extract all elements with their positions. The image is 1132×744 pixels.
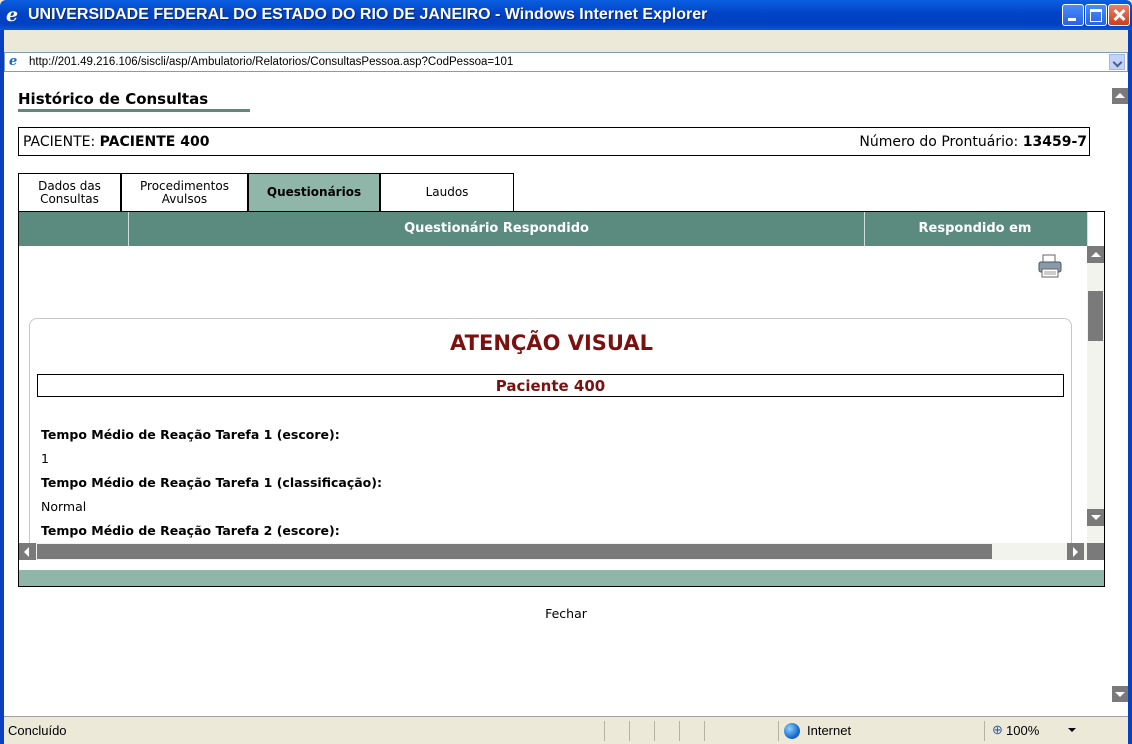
tab-label: Laudos	[425, 185, 469, 199]
tab-procedimentos-avulsos[interactable]: Procedimentos Avulsos	[121, 173, 248, 212]
column-header-questionario: Questionário Respondido	[404, 221, 589, 236]
status-separator	[604, 721, 605, 741]
minimize-button[interactable]	[1062, 4, 1084, 26]
question-label: Tempo Médio de Reação Tarefa 1 (escore):	[41, 427, 340, 442]
status-separator	[629, 721, 630, 741]
patient-label: PACIENTE:	[23, 134, 96, 150]
printer-icon[interactable]	[1037, 254, 1063, 278]
page-title: Histórico de Consultas	[18, 90, 209, 108]
inner-vertical-scrollbar[interactable]	[1087, 246, 1104, 543]
header-scroll-spacer	[1087, 212, 1104, 246]
status-separator	[984, 721, 985, 741]
column-header-respondido-em: Respondido em	[918, 221, 1032, 236]
window-title-bar[interactable]: e UNIVERSIDADE FEDERAL DO ESTADO DO RIO …	[0, 0, 1132, 30]
scroll-thumb[interactable]	[37, 544, 992, 559]
question-value: Normal	[41, 499, 87, 514]
tab-label-line1: Dados das	[38, 178, 101, 193]
tab-questionarios[interactable]: Questionários	[248, 173, 380, 212]
page-scroll-up-button[interactable]	[1112, 88, 1128, 104]
questionnaire-table: Questionário Respondido Respondido em AT…	[18, 211, 1105, 587]
scroll-down-button[interactable]	[1087, 509, 1104, 526]
question-value: 1	[41, 451, 49, 466]
inner-horizontal-scrollbar[interactable]	[19, 543, 1104, 560]
tab-label-line1: Procedimentos	[140, 178, 229, 193]
tab-label: Questionários	[266, 185, 362, 199]
zoom-icon[interactable]: ⊕	[992, 722, 1003, 738]
address-dropdown-button[interactable]	[1109, 54, 1125, 70]
status-text: Concluído	[8, 723, 67, 738]
scroll-right-button[interactable]	[1067, 543, 1084, 560]
patient-info: PACIENTE: PACIENTE 400	[23, 134, 209, 150]
status-bar: Concluído Internet ⊕ 100%	[4, 716, 1128, 744]
questionnaire-card: ATENÇÃO VISUAL Paciente 400 Tempo Médio …	[29, 318, 1072, 543]
tab-label-line2: Avulsos	[161, 191, 208, 206]
page-content: Histórico de Consultas PACIENTE: PACIENT…	[4, 72, 1128, 716]
tab-label-line2: Consultas	[40, 191, 99, 206]
scroll-thumb[interactable]	[1088, 291, 1103, 341]
scroll-up-button[interactable]	[1087, 246, 1104, 263]
scroll-left-button[interactable]	[19, 543, 36, 560]
page-vertical-scrollbar[interactable]	[1112, 72, 1128, 716]
page-icon: e	[9, 54, 18, 69]
table-header: Questionário Respondido Respondido em	[19, 212, 1104, 246]
window-title: UNIVERSIDADE FEDERAL DO ESTADO DO RIO DE…	[28, 6, 708, 23]
address-url[interactable]: http://201.49.216.106/siscli/asp/Ambulat…	[29, 53, 513, 71]
page-scroll-down-button[interactable]	[1112, 686, 1128, 702]
tab-dados-das-consultas[interactable]: Dados das Consultas	[18, 173, 121, 212]
question-label: Tempo Médio de Reação Tarefa 2 (escore):	[41, 523, 340, 538]
close-window-button[interactable]	[1108, 4, 1130, 26]
status-separator	[778, 721, 779, 741]
security-zone: Internet	[807, 723, 852, 738]
patient-info-box: PACIENTE: PACIENTE 400 Número do Prontuá…	[18, 127, 1090, 156]
tab-laudos[interactable]: Laudos	[380, 173, 514, 212]
globe-icon	[784, 723, 800, 739]
status-separator	[654, 721, 655, 741]
zoom-dropdown-arrow[interactable]	[1068, 728, 1076, 732]
close-link-label[interactable]: Fechar	[545, 606, 587, 621]
table-footer	[19, 570, 1104, 586]
maximize-button[interactable]	[1085, 4, 1107, 26]
status-separator	[679, 721, 680, 741]
record-number: 13459-7	[1022, 134, 1087, 150]
record-label: Número do Prontuário:	[859, 134, 1019, 150]
scroll-corner	[1087, 543, 1104, 560]
questionnaire-frame: ATENÇÃO VISUAL Paciente 400 Tempo Médio …	[19, 246, 1104, 543]
zoom-level[interactable]: 100%	[1006, 723, 1039, 738]
patient-name-box: Paciente 400	[37, 374, 1064, 397]
questionnaire-title: ATENÇÃO VISUAL	[450, 331, 653, 355]
internet-explorer-icon: e	[6, 4, 19, 26]
close-link[interactable]: Fechar	[4, 606, 1128, 621]
address-bar[interactable]: e http://201.49.216.106/siscli/asp/Ambul…	[4, 52, 1128, 72]
question-label: Tempo Médio de Reação Tarefa 1 (classifi…	[41, 475, 382, 490]
status-separator	[704, 721, 705, 741]
patient-name: PACIENTE 400	[99, 134, 210, 150]
title-underline	[18, 109, 250, 112]
questionnaire-patient: Paciente 400	[495, 377, 606, 395]
window-frame-right	[1128, 30, 1132, 744]
record-info: Número do Prontuário: 13459-7	[859, 134, 1087, 150]
